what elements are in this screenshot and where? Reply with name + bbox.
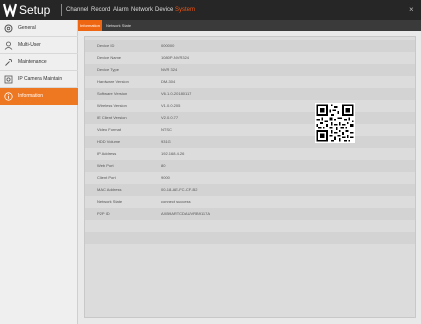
sidebar-item-information[interactable]: Information (0, 88, 78, 105)
info-row: IP Address 192.168.4.26 (85, 148, 415, 160)
wrench-icon (5, 58, 13, 66)
info-value: NTSC (161, 127, 172, 132)
info-row: Hardware Version DM-304 (85, 76, 415, 88)
info-value: V6.1.0-20180117 (161, 91, 192, 96)
info-value: 80 (161, 163, 166, 168)
info-row-empty (85, 220, 415, 232)
logo-icon (3, 3, 17, 17)
info-row: Device Type NVR 324 (85, 64, 415, 76)
info-label: Device Type (97, 67, 119, 72)
info-row: IE Client Version V2.0.0.77 (85, 112, 415, 124)
info-label: Wireless Version (97, 103, 127, 108)
info-row: MAC Address 00-18-AE-FC-CF-B2 (85, 184, 415, 196)
sidebar-item-maintenance[interactable]: Maintenance (0, 54, 78, 71)
menu-device[interactable]: Device (155, 5, 173, 15)
info-value: AXB9ARTCDAUVRB9117A (161, 211, 210, 216)
sidebar-item-label: Maintenance (18, 59, 47, 65)
info-label: HDD Volume (97, 139, 121, 144)
info-row: P2P ID AXB9ARTCDAUVRB9117A (85, 208, 415, 220)
info-row: Device Name 1080P-NVR324 (85, 52, 415, 64)
info-row: Software Version V6.1.0-20180117 (85, 88, 415, 100)
info-label: P2P ID (97, 211, 110, 216)
info-value: 9000 (161, 175, 170, 180)
info-value: 1080P-NVR324 (161, 55, 190, 60)
sidebar-item-multi-user[interactable]: Multi-User (0, 37, 78, 54)
info-value: V2.0.0.77 (161, 115, 179, 120)
menu-network[interactable]: Network (131, 5, 153, 15)
info-label: Video Format (97, 127, 121, 132)
app-title: Setup (19, 3, 51, 17)
info-label: Device ID (97, 43, 115, 48)
info-label: Client Port (97, 175, 116, 180)
sidebar: General Multi-User Maintenance IP Camera… (0, 20, 78, 324)
info-label: MAC Address (97, 187, 122, 192)
sidebar-item-label: Multi-User (18, 42, 41, 48)
info-value: 931G (161, 139, 171, 144)
info-row-empty (85, 232, 415, 244)
info-label: Software Version (97, 91, 128, 96)
sidebar-item-label: General (18, 25, 36, 31)
qr-code-icon (315, 103, 355, 143)
info-row: Video Format NTSC (85, 124, 415, 136)
sidebar-item-label: IP Camera Maintain (18, 76, 63, 82)
setup-window: Setup Channel Record Alarm Network Devic… (0, 0, 421, 324)
menu-system[interactable]: System (175, 5, 195, 15)
info-label: Web Port (97, 163, 114, 168)
camera-icon (4, 75, 13, 84)
menu-channel[interactable]: Channel (66, 5, 88, 15)
info-value: 192.168.4.26 (161, 151, 185, 156)
sidebar-item-label: Information (18, 93, 44, 99)
info-row: Web Port 80 (85, 160, 415, 172)
gear-icon (4, 24, 13, 33)
top-bar: Setup Channel Record Alarm Network Devic… (0, 0, 421, 20)
menu-alarm[interactable]: Alarm (113, 5, 129, 15)
information-panel: Device ID 000000 Device Name 1080P-NVR32… (84, 36, 416, 318)
tab-information[interactable]: Information (78, 20, 103, 31)
info-row: Device ID 000000 (85, 40, 415, 52)
info-row: HDD Volume 931G (85, 136, 415, 148)
info-label: IP Address (97, 151, 117, 156)
info-value: 000000 (161, 43, 175, 48)
info-value: NVR 324 (161, 67, 178, 72)
title-divider (61, 4, 62, 16)
info-row: Client Port 9000 (85, 172, 415, 184)
info-value: connect success (161, 199, 191, 204)
close-icon[interactable]: × (409, 5, 414, 15)
info-value: 00-18-AE-FC-CF-B2 (161, 187, 198, 192)
info-value: V1.0.0.205 (161, 103, 181, 108)
menu-record[interactable]: Record (91, 5, 110, 15)
user-icon (4, 41, 13, 50)
info-label: Device Name (97, 55, 122, 60)
info-label: IE Client Version (97, 115, 127, 120)
sub-tab-bar: Information Network State (78, 20, 421, 31)
sidebar-item-ip-camera-maintain[interactable]: IP Camera Maintain (0, 71, 78, 88)
sidebar-item-general[interactable]: General (0, 20, 78, 37)
info-label: Hardware Version (97, 79, 129, 84)
info-value: DM-304 (161, 79, 176, 84)
info-row: Network State connect success (85, 196, 415, 208)
info-label: Network State (97, 199, 123, 204)
info-icon (4, 92, 13, 101)
info-row: Wireless Version V1.0.0.205 (85, 100, 415, 112)
tab-network-state[interactable]: Network State (104, 20, 133, 31)
